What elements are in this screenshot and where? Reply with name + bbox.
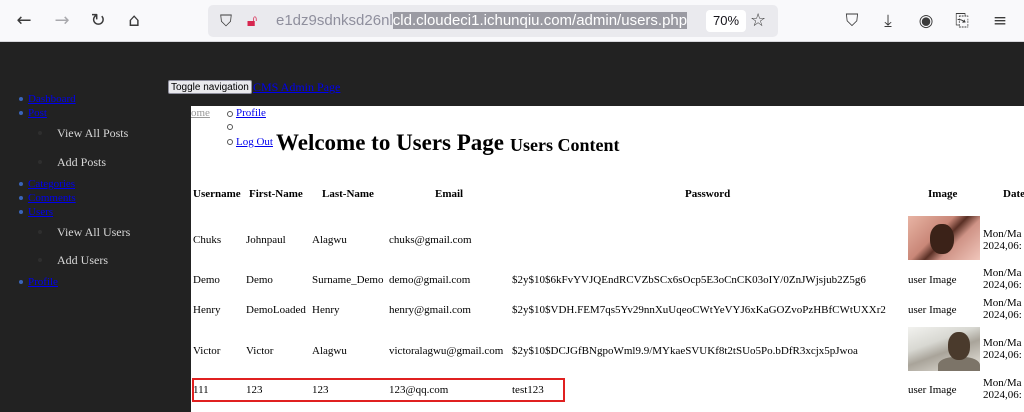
page-subtitle: Users Content [510, 135, 620, 155]
sidebar-item-view-all-posts[interactable]: View All Posts [37, 126, 128, 140]
sidebar-item-comments[interactable]: Comments [19, 191, 76, 205]
user-avatar-image [908, 216, 980, 260]
address-bar[interactable]: ⛉ 🔓︎ e1dz9sdnksd26nlcld.cloudeci1.ichunq… [208, 5, 778, 37]
list-bullet [227, 139, 233, 145]
cell-username: Chuks [193, 234, 222, 246]
user-avatar-image [908, 327, 980, 371]
url-text[interactable]: e1dz9sdnksd26nlcld.cloudeci1.ichunqiu.co… [276, 12, 688, 30]
cell-password: $2y$10$VDH.FEM7qs5Yv29nnXuUqeoCWtYeVYJ6x… [512, 304, 886, 316]
list-bullet [227, 111, 233, 117]
sidebar-item-dashboard[interactable]: Dashboard [19, 92, 76, 106]
home-link[interactable]: ome [191, 107, 210, 120]
bookmark-star-icon[interactable]: ☆ [750, 9, 766, 33]
cell-date-line2: 2024,06: [983, 279, 1022, 291]
zoom-level[interactable]: 70% [706, 10, 747, 32]
sidebar-item-categories[interactable]: Categories [18, 177, 75, 191]
cell-username: Henry [193, 304, 221, 316]
cell-image-alt: user Image [908, 304, 957, 316]
cell-username: Demo [193, 274, 220, 286]
reload-icon[interactable]: ↻ [86, 9, 110, 33]
cell-date-line2: 2024,06: [983, 349, 1022, 361]
cell-password: $2y$10$DCJGfBNgpoWml9.9/MYkaeSVUKf8t2tSU… [512, 345, 858, 357]
sidebar-item-add-posts[interactable]: Add Posts [37, 155, 106, 169]
cell-username: Victor [193, 345, 221, 357]
cell-date-line2: 2024,06: [983, 309, 1022, 321]
column-header-last-name: Last-Name [322, 188, 374, 200]
cell-email: demo@gmail.com [389, 274, 471, 286]
cell-first-name: Johnpaul [246, 234, 286, 246]
cell-last-name: Surname_Demo [312, 274, 384, 286]
column-header-image: Image [928, 188, 958, 200]
cell-first-name: Victor [246, 345, 274, 357]
brand-link[interactable]: CMS Admin Page [253, 79, 340, 95]
cell-image-alt: user Image [908, 274, 957, 286]
url-selected: cld.cloudeci1.ichunqiu.com/admin/users.p… [392, 12, 688, 29]
sidebar-item-users[interactable]: Users [18, 205, 53, 219]
sidebar-item-post[interactable]: Post [19, 106, 47, 120]
cell-password: $2y$10$6kFvYVJQEndRCVZbSCx6sOcp5E3oCnCK0… [512, 274, 866, 286]
shield-icon[interactable]: ⛉ [216, 9, 236, 33]
logout-link[interactable]: Log Out [236, 136, 273, 149]
cell-email: henry@gmail.com [389, 304, 471, 316]
cell-first-name: Demo [246, 274, 273, 286]
column-header-date: Date [1003, 188, 1024, 200]
browser-toolbar: ← → ↻ ⌂ ⛉ 🔓︎ e1dz9sdnksd26nlcld.cloudeci… [0, 0, 1024, 42]
cell-last-name: Alagwu [312, 345, 347, 357]
cell-date-line2: 2024,06: [983, 240, 1022, 252]
account-icon[interactable]: ◉ [914, 9, 938, 33]
pocket-icon[interactable]: ⛉ [840, 9, 864, 33]
back-arrow-icon[interactable]: ← [12, 9, 36, 33]
column-header-password: Password [685, 188, 731, 200]
download-icon[interactable]: ⤓ [876, 9, 900, 33]
cell-date-line2: 2024,06: [983, 389, 1022, 401]
sidebar-item-profile[interactable]: Profile [19, 275, 58, 289]
sidebar-item-view-all-users[interactable]: View All Users [37, 225, 130, 239]
cell-email: victoralagwu@gmail.com [389, 345, 504, 357]
column-header-email: Email [435, 188, 464, 200]
cell-email: chuks@gmail.com [389, 234, 472, 246]
home-icon[interactable]: ⌂ [122, 9, 146, 33]
cell-image-alt: user Image [908, 384, 957, 396]
column-header-username: Username [193, 188, 241, 200]
page-title: Welcome to Users Page [276, 130, 505, 155]
toggle-navigation-button[interactable]: Toggle navigation [168, 80, 252, 94]
sidebar-item-add-users[interactable]: Add Users [38, 253, 108, 267]
cell-first-name: DemoLoaded [246, 304, 306, 316]
highlight-box [192, 378, 565, 402]
column-header-first-name: First-Name [249, 188, 303, 200]
cell-last-name: Henry [312, 304, 340, 316]
url-prefix: e1dz9sdnksd26nl [276, 12, 393, 29]
forward-arrow-icon[interactable]: → [50, 9, 74, 33]
list-bullet [227, 124, 233, 130]
profile-link[interactable]: Profile [236, 107, 266, 120]
extensions-icon[interactable]: ⎘ [950, 9, 974, 33]
admin-navbar [0, 42, 1024, 106]
menu-icon[interactable]: ≡ [988, 9, 1012, 33]
insecure-lock-icon[interactable]: 🔓︎ [242, 9, 262, 33]
cell-last-name: Alagwu [312, 234, 347, 246]
